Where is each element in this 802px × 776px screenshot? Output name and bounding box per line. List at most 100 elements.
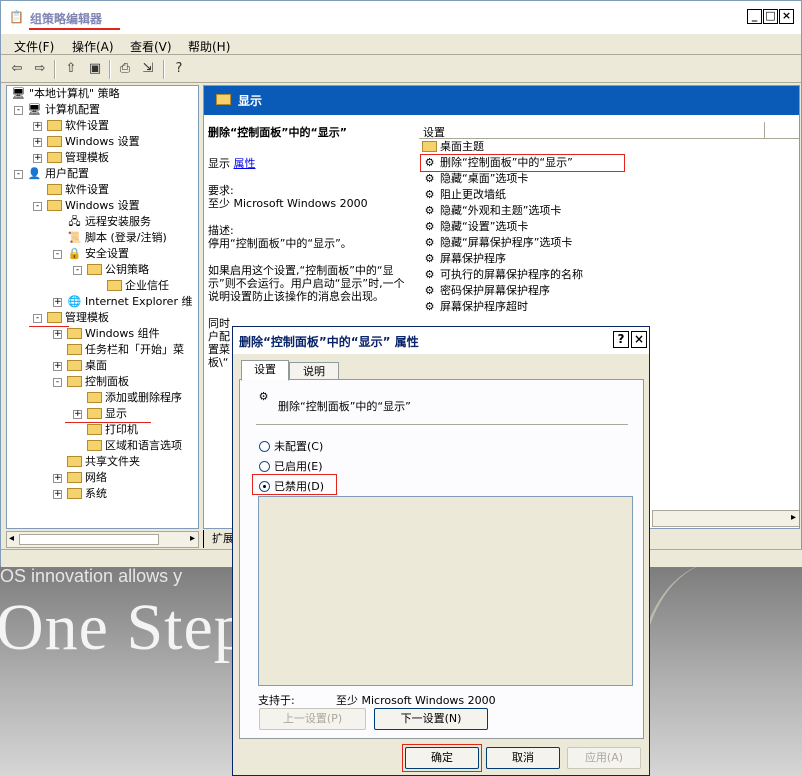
- tree-node-user-config[interactable]: 👤 用户配置: [27, 166, 89, 182]
- list-item[interactable]: ⚙ 屏幕保护程序超时: [422, 299, 528, 315]
- list-item[interactable]: ⚙ 密码保护屏幕保护程序: [422, 283, 550, 299]
- scroll-thumb[interactable]: [19, 534, 159, 545]
- expand-icon[interactable]: +: [53, 362, 62, 371]
- policy-setting-icon: ⚙: [424, 155, 435, 169]
- tree-horizontal-scrollbar[interactable]: ◂ ▸: [6, 531, 199, 548]
- tree-node-taskbar-start[interactable]: 任务栏和「开始」菜: [67, 342, 184, 358]
- list-item[interactable]: ⚙ 隐藏“屏幕保护程序”选项卡: [422, 235, 573, 251]
- back-arrow-icon[interactable]: ⇦: [8, 60, 26, 78]
- collapse-icon[interactable]: -: [14, 106, 23, 115]
- expand-icon[interactable]: +: [53, 330, 62, 339]
- maximize-button[interactable]: □: [763, 9, 778, 24]
- ok-button[interactable]: 确定: [405, 747, 479, 769]
- menu-help[interactable]: 帮助(H): [188, 38, 230, 55]
- tree-node-display[interactable]: 显示: [87, 406, 127, 422]
- expand-icon[interactable]: +: [33, 154, 42, 163]
- tree-node-system[interactable]: 系统: [67, 486, 107, 502]
- list-column-header[interactable]: 设置: [419, 122, 799, 139]
- expand-icon[interactable]: +: [33, 122, 42, 131]
- radio-not-configured[interactable]: 未配置(C): [259, 438, 323, 454]
- background-decoration: [640, 560, 802, 776]
- expand-icon[interactable]: +: [53, 490, 62, 499]
- tree-node-user-software-settings[interactable]: 软件设置: [47, 182, 109, 198]
- tree-node-security-settings[interactable]: 🔒 安全设置: [67, 246, 129, 262]
- tree-node-add-remove-programs[interactable]: 添加或删除程序: [87, 390, 182, 406]
- expand-icon[interactable]: +: [33, 138, 42, 147]
- cancel-button[interactable]: 取消: [486, 747, 560, 769]
- next-setting-button[interactable]: 下一设置(N): [374, 708, 488, 730]
- expand-icon[interactable]: +: [73, 410, 82, 419]
- tree-node-control-panel[interactable]: 控制面板: [67, 374, 129, 390]
- forward-arrow-icon[interactable]: ⇨: [31, 60, 49, 78]
- close-button[interactable]: ×: [779, 9, 794, 24]
- radio-enabled[interactable]: 已启用(E): [259, 458, 323, 474]
- tree-node-user-windows-settings[interactable]: Windows 设置: [47, 198, 140, 214]
- expand-icon[interactable]: +: [53, 474, 62, 483]
- scroll-right-icon[interactable]: ▸: [190, 533, 195, 544]
- dialog-title-bar[interactable]: 删除“控制面板”中的“显示” 属性 ? ×: [233, 327, 649, 354]
- tree-node-computer-config[interactable]: 🖥 计算机配置: [27, 102, 100, 118]
- collapse-icon[interactable]: -: [14, 170, 23, 179]
- menu-view[interactable]: 查看(V): [130, 38, 172, 55]
- menu-action[interactable]: 操作(A): [72, 38, 114, 55]
- list-item[interactable]: ⚙ 屏幕保护程序: [422, 251, 506, 267]
- tree-node-windows-settings[interactable]: Windows 设置: [47, 134, 140, 150]
- collapse-icon[interactable]: -: [33, 202, 42, 211]
- help-icon[interactable]: ?: [170, 60, 188, 78]
- description-detail: 如果启用这个设置,“控制面板”中的“显示”则不会运行。用户启动“显示”时,一个说…: [208, 264, 405, 303]
- list-item[interactable]: ⚙ 隐藏“外观和主题”选项卡: [422, 203, 562, 219]
- list-item[interactable]: ⚙ 隐藏“桌面”选项卡: [422, 171, 529, 187]
- expand-icon[interactable]: +: [53, 298, 62, 307]
- script-icon: 📜: [67, 230, 82, 244]
- tree-node-printers[interactable]: 打印机: [87, 422, 138, 438]
- tree-node-admin-templates[interactable]: 管理模板: [47, 150, 109, 166]
- up-level-icon[interactable]: ⇧: [62, 60, 80, 78]
- dialog-close-button[interactable]: ×: [631, 331, 647, 348]
- tree-node-network[interactable]: 网络: [67, 470, 107, 486]
- scroll-left-icon[interactable]: ◂: [9, 533, 14, 544]
- apply-button[interactable]: 应用(A): [567, 747, 641, 769]
- tree-node-remote-install[interactable]: 🖧 远程安装服务: [67, 214, 151, 230]
- scroll-right-icon[interactable]: ▸: [791, 512, 796, 523]
- list-item[interactable]: ⚙ 隐藏“设置”选项卡: [422, 219, 529, 235]
- tree-node-root[interactable]: 🖥 "本地计算机" 策略: [11, 86, 120, 102]
- show-hide-tree-icon[interactable]: ▣: [86, 60, 104, 78]
- list-item[interactable]: ⚙ 阻止更改墙纸: [422, 187, 506, 203]
- list-item[interactable]: ⚙ 可执行的屏幕保护程序的名称: [422, 267, 583, 283]
- policy-setting-icon: ⚙: [424, 267, 435, 281]
- radio-disabled[interactable]: 已禁用(D): [259, 478, 324, 494]
- background-headline: One Step: [0, 591, 248, 664]
- folder-icon: [47, 311, 62, 323]
- folder-open-icon: [87, 407, 102, 419]
- folder-icon: [216, 94, 231, 105]
- policy-tree[interactable]: 🖥 "本地计算机" 策略 - 🖥 计算机配置 + 软件设置 + Windows 设置…: [6, 85, 199, 529]
- collapse-icon[interactable]: -: [53, 250, 62, 259]
- export-list-icon[interactable]: ⇲: [139, 60, 157, 78]
- list-horizontal-scrollbar[interactable]: ▸: [652, 510, 799, 527]
- list-item[interactable]: ⚙ 删除“控制面板”中的“显示”: [422, 155, 573, 171]
- properties-icon[interactable]: ⎙: [116, 60, 134, 78]
- column-divider[interactable]: [764, 122, 765, 139]
- tree-node-enterprise-trust[interactable]: 企业信任: [107, 278, 169, 294]
- tree-node-ie-maintenance[interactable]: 🌐 Internet Explorer 维: [67, 294, 193, 310]
- tree-node-shared-folders[interactable]: 共享文件夹: [67, 454, 140, 470]
- collapse-icon[interactable]: -: [33, 314, 42, 323]
- minimize-button[interactable]: _: [747, 9, 762, 24]
- tab-settings[interactable]: 设置: [241, 360, 289, 381]
- collapse-icon[interactable]: -: [53, 378, 62, 387]
- tree-node-windows-components[interactable]: Windows 组件: [67, 326, 160, 342]
- tree-node-public-key[interactable]: 公钥策略: [87, 262, 149, 278]
- tree-node-regional-options[interactable]: 区域和语言选项: [87, 438, 182, 454]
- collapse-icon[interactable]: -: [73, 266, 82, 275]
- dialog-help-button[interactable]: ?: [613, 331, 629, 348]
- tree-node-user-admin-templates[interactable]: 管理模板: [47, 310, 109, 326]
- title-bar[interactable]: 📋 组策略编辑器 _ □ ×: [1, 1, 801, 33]
- properties-link[interactable]: 属性: [234, 157, 256, 170]
- list-item[interactable]: 桌面主题: [422, 139, 484, 155]
- previous-setting-button[interactable]: 上一设置(P): [259, 708, 366, 730]
- tree-node-scripts[interactable]: 📜 脚本 (登录/注销): [67, 230, 167, 246]
- tree-node-software-settings[interactable]: 软件设置: [47, 118, 109, 134]
- tree-node-desktop[interactable]: 桌面: [67, 358, 107, 374]
- column-setting[interactable]: 设置: [423, 124, 445, 140]
- menu-file[interactable]: 文件(F): [14, 38, 54, 55]
